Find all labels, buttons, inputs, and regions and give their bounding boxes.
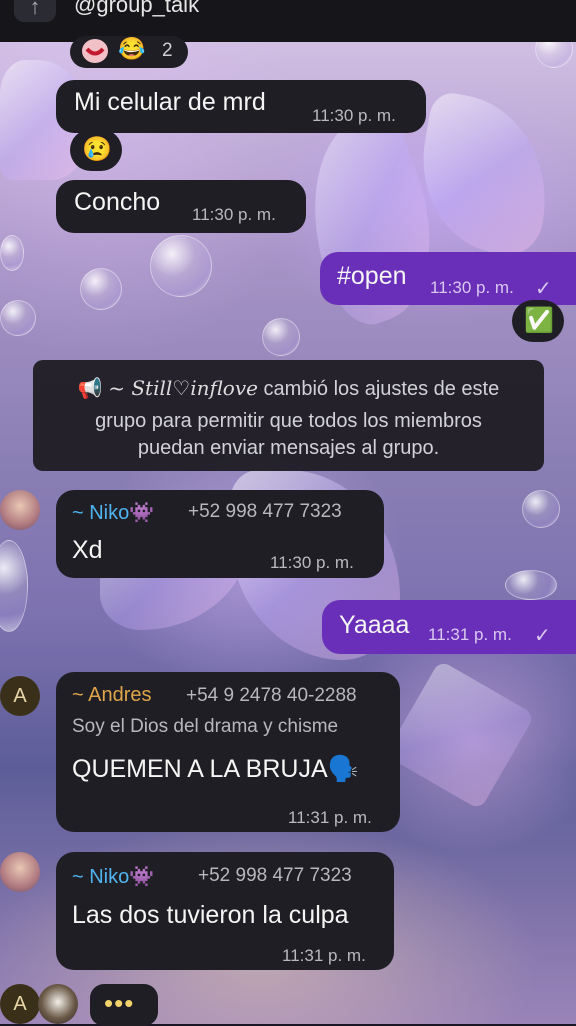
check-mark-button-icon: ✅ [524, 307, 554, 334]
message-text: #open [337, 262, 407, 290]
message-time: 11:30 p. m. [430, 278, 514, 297]
message-time: 11:30 p. m. [192, 205, 276, 224]
sender-name[interactable]: ~ Andres [72, 684, 152, 707]
message-time: 11:31 p. m. [282, 946, 366, 965]
system-text-line2: grupo para permitir que todos los miembr… [95, 410, 482, 432]
message-bubble[interactable]: ~ Niko👾 +52 998 477 7323 Las dos tuviero… [56, 852, 394, 970]
sender-phone: +54 9 2478 40-2288 [186, 685, 357, 706]
system-text-line1: cambió los ajustes de este [257, 378, 500, 400]
message-time: 11:31 p. m. [288, 808, 372, 827]
message-time: 11:31 p. m. [428, 625, 512, 644]
reaction-count: 2 [162, 40, 173, 61]
crying-emoji-icon: 😢 [82, 136, 112, 163]
reaction-bar[interactable]: 😂 2 [70, 36, 188, 68]
heart-face-icon [80, 38, 110, 64]
sent-check-icon: ✓ [535, 278, 552, 300]
sent-check-icon: ✓ [534, 625, 551, 647]
reaction-chip[interactable]: ✅ [512, 300, 564, 342]
outgoing-message-bubble[interactable]: #open 11:30 p. m. ✓ [320, 252, 576, 305]
message-bubble[interactable]: Concho 11:30 p. m. [56, 180, 306, 233]
glass-bubble-decoration [522, 490, 560, 528]
sender-subtitle: Soy el Dios del drama y chisme [72, 716, 339, 737]
message-text: Las dos tuvieron la culpa [72, 901, 349, 929]
laughing-emoji-icon: 😂 [118, 36, 146, 61]
typing-dots: ••• [104, 988, 135, 1018]
avatar[interactable] [38, 984, 78, 1024]
butterfly-wing-decoration [407, 89, 563, 261]
message-bubble[interactable]: Mi celular de mrd 11:30 p. m. [56, 80, 426, 133]
sender-phone: +52 998 477 7323 [188, 501, 342, 522]
avatar[interactable] [0, 490, 40, 530]
group-handle[interactable]: @group_talk [74, 0, 199, 18]
message-text: Yaaaa [339, 611, 410, 639]
megaphone-icon: 📢 [77, 378, 103, 400]
message-time: 11:30 p. m. [270, 553, 354, 572]
avatar[interactable]: A [0, 676, 40, 716]
system-notice: 📢 ~ Still♡inflove cambió los ajustes de … [33, 360, 544, 471]
system-actor[interactable]: ~ Still♡inflove [108, 376, 258, 400]
sender-phone: +52 998 477 7323 [198, 865, 352, 886]
system-text-line3: puedan enviar mensajes al grupo. [137, 437, 440, 459]
message-time: 11:30 p. m. [312, 106, 396, 125]
glass-bubble-decoration [262, 318, 300, 356]
sender-name[interactable]: ~ Niko👾 [72, 500, 154, 525]
glass-bubble-decoration [150, 235, 212, 297]
glass-bubble-decoration [0, 235, 24, 271]
sender-name[interactable]: ~ Niko👾 [72, 864, 154, 889]
outgoing-message-bubble[interactable]: Yaaaa 11:31 p. m. ✓ [322, 600, 576, 654]
message-bubble[interactable]: ~ Niko👾 +52 998 477 7323 Xd 11:30 p. m. [56, 490, 384, 578]
glass-bubble-decoration [80, 268, 122, 310]
message-bubble[interactable]: ~ Andres +54 9 2478 40-2288 Soy el Dios … [56, 672, 400, 832]
avatar[interactable]: A [0, 984, 40, 1024]
crystal-diamond-decoration [384, 659, 536, 811]
glass-bubble-decoration [0, 540, 28, 632]
message-text: Mi celular de mrd [74, 88, 266, 116]
typing-indicator: ••• [90, 984, 158, 1026]
glass-bubble-decoration [505, 570, 557, 600]
message-text: QUEMEN A LA BRUJA🗣️ [72, 755, 359, 783]
pin-icon[interactable]: ↑ [14, 0, 56, 22]
message-text: Xd [72, 536, 103, 564]
message-text: Concho [74, 188, 161, 216]
glass-bubble-decoration [0, 300, 36, 336]
avatar[interactable] [0, 852, 40, 892]
reaction-chip[interactable]: 😢 [70, 129, 122, 171]
